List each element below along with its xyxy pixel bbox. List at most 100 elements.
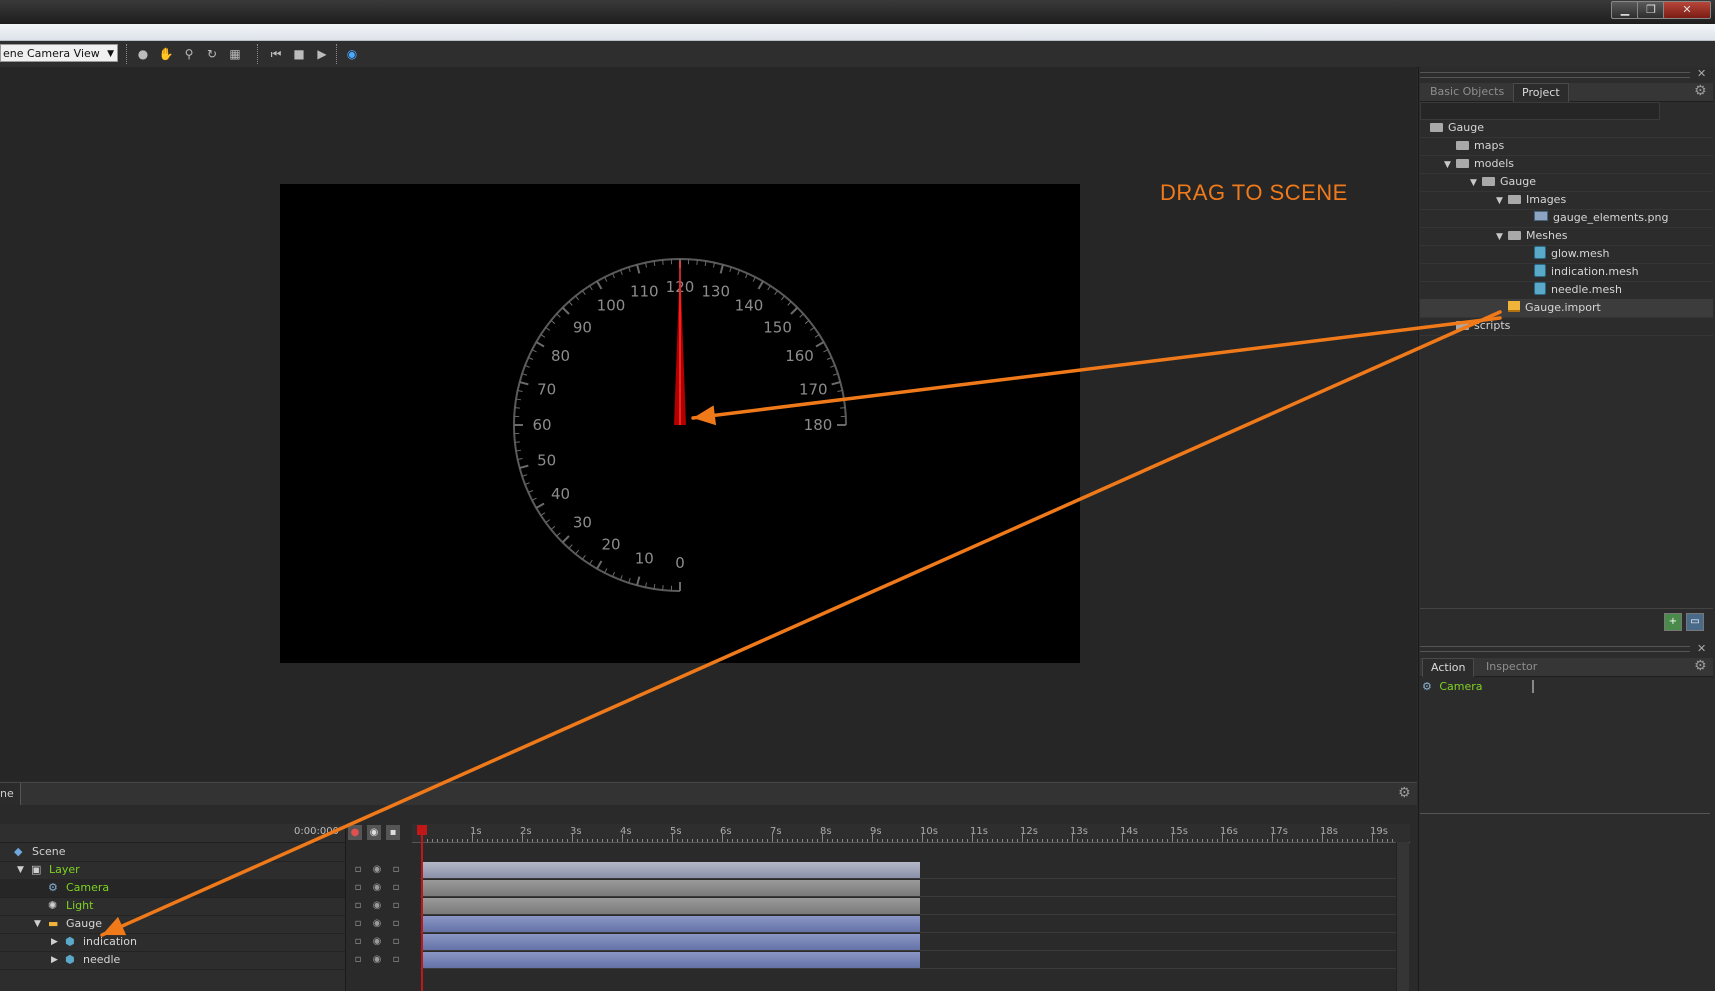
lock-small-icon[interactable]: ▫ bbox=[351, 933, 365, 951]
timeline-clip[interactable] bbox=[422, 934, 920, 950]
solo-icon[interactable]: ▫ bbox=[389, 951, 403, 969]
tree-item[interactable]: ▼ Images bbox=[1420, 191, 1713, 210]
timeline-row[interactable]: ▼ ▬ Gauge ▫ ◉ ▫ bbox=[0, 915, 399, 934]
zoom-icon[interactable]: ⚲ bbox=[181, 46, 197, 62]
gauge-tick bbox=[780, 295, 785, 301]
timeline-row[interactable]: ▼ ▣ Layer ▫ ◉ ▫ bbox=[0, 861, 399, 880]
eye-icon[interactable]: ◉ bbox=[370, 861, 384, 879]
expand-toggle-icon[interactable]: ▼ bbox=[34, 915, 41, 933]
eye-icon[interactable]: ◉ bbox=[370, 915, 384, 933]
timeline-row[interactable]: ▶ ⬢ needle ▫ ◉ ▫ bbox=[0, 951, 399, 970]
new-item-icon[interactable]: ▭ bbox=[1686, 613, 1704, 631]
tab-inspector[interactable]: Inspector bbox=[1478, 658, 1545, 676]
timeline-clip[interactable] bbox=[422, 916, 920, 932]
project-filter-field[interactable] bbox=[1420, 102, 1660, 120]
tab-action[interactable]: Action bbox=[1422, 658, 1475, 677]
skip-start-icon[interactable]: ⏮ bbox=[268, 46, 284, 62]
timeline-row[interactable]: ✺ Light ▫ ◉ ▫ bbox=[0, 897, 399, 916]
timeline-clip[interactable] bbox=[422, 952, 920, 968]
solo-icon[interactable]: ▫ bbox=[389, 933, 403, 951]
tree-item[interactable]: gauge_elements.png bbox=[1420, 209, 1713, 228]
playhead-handle[interactable] bbox=[417, 825, 427, 835]
tree-item[interactable]: ▼ Gauge bbox=[1420, 173, 1713, 192]
render-canvas[interactable]: 0 10 20 30 40 50 60 70 80 90 100 110 120 130 140 150 160… bbox=[280, 184, 1080, 663]
record-icon[interactable]: ● bbox=[348, 825, 362, 840]
solo-icon[interactable]: ▫ bbox=[389, 879, 403, 897]
tab-basic-objects[interactable]: Basic Objects bbox=[1422, 83, 1512, 101]
action-item[interactable]: ⚙ Camera bbox=[1422, 679, 1483, 695]
expand-toggle-icon[interactable]: ▶ bbox=[51, 951, 58, 969]
timeline-clip[interactable] bbox=[422, 880, 920, 896]
restore-button[interactable]: ❐ bbox=[1637, 1, 1665, 19]
gear-icon[interactable]: ⚙ bbox=[1398, 785, 1411, 801]
expand-toggle-icon[interactable]: ▼ bbox=[1444, 156, 1456, 174]
hand-icon[interactable]: ✋ bbox=[158, 46, 174, 62]
panel-grip[interactable] bbox=[1420, 646, 1690, 652]
eye-icon[interactable]: ◉ bbox=[367, 825, 381, 840]
eye-icon[interactable]: ◉ bbox=[370, 879, 384, 897]
timeline-row[interactable]: ◆ Scene bbox=[0, 843, 345, 862]
close-icon[interactable]: ✕ bbox=[1697, 67, 1706, 80]
tree-item-label: Meshes bbox=[1526, 229, 1568, 242]
expand-toggle-icon[interactable]: ▼ bbox=[1496, 228, 1508, 246]
timeline-clip[interactable] bbox=[422, 898, 920, 914]
slider-handle[interactable] bbox=[1532, 680, 1534, 693]
vr-icon[interactable]: ◉ bbox=[344, 46, 360, 62]
gear-icon[interactable]: ⚙ bbox=[1694, 658, 1707, 674]
tree-item[interactable]: Gauge bbox=[1420, 119, 1713, 138]
timeline-row[interactable]: ▶ ⬢ indication ▫ ◉ ▫ bbox=[0, 933, 399, 952]
tree-item[interactable]: Gauge.import bbox=[1420, 299, 1713, 318]
playhead[interactable] bbox=[421, 826, 423, 991]
lock-small-icon[interactable]: ▫ bbox=[351, 879, 365, 897]
lock-small-icon[interactable]: ▫ bbox=[351, 861, 365, 879]
expand-toggle-icon[interactable]: ▼ bbox=[1470, 174, 1482, 192]
tree-item[interactable]: ▼ Meshes bbox=[1420, 227, 1713, 246]
new-folder-icon[interactable]: + bbox=[1664, 613, 1682, 631]
close-icon[interactable]: ✕ bbox=[1697, 642, 1706, 655]
timeline-tab[interactable]: ne bbox=[0, 783, 21, 805]
tree-item[interactable]: glow.mesh bbox=[1420, 245, 1713, 264]
rotate-icon[interactable]: ↻ bbox=[204, 46, 220, 62]
tree-item[interactable]: needle.mesh bbox=[1420, 281, 1713, 300]
solo-icon[interactable]: ▫ bbox=[389, 897, 403, 915]
lock-small-icon[interactable]: ▫ bbox=[351, 951, 365, 969]
solo-icon[interactable]: ▫ bbox=[389, 861, 403, 879]
tree-item[interactable]: maps bbox=[1420, 137, 1713, 156]
eye-icon[interactable]: ◉ bbox=[370, 951, 384, 969]
tree-item[interactable]: indication.mesh bbox=[1420, 263, 1713, 282]
tab-project[interactable]: Project bbox=[1513, 83, 1569, 102]
timeline-scrollbar[interactable] bbox=[1396, 842, 1409, 991]
lock-icon[interactable]: ▪ bbox=[386, 825, 400, 840]
play-icon[interactable]: ▶ bbox=[314, 46, 330, 62]
minimize-button[interactable]: ▁ bbox=[1611, 1, 1639, 19]
time-ruler[interactable]: 1s 2s 3s 4s 5s 6s 7s 8s 9s 10s 11s 12s 13s 14s 15s 16s 1… bbox=[412, 824, 1410, 843]
solo-icon[interactable]: ▫ bbox=[389, 915, 403, 933]
lock-small-icon[interactable]: ▫ bbox=[351, 897, 365, 915]
view-select[interactable]: ene Camera View ▼ bbox=[0, 44, 118, 62]
lock-small-icon[interactable]: ▫ bbox=[351, 915, 365, 933]
tree-item[interactable]: ▼ models bbox=[1420, 155, 1713, 174]
stop-icon[interactable]: ■ bbox=[291, 46, 307, 62]
ruler-tick bbox=[937, 839, 938, 842]
eye-icon[interactable]: ◉ bbox=[370, 933, 384, 951]
tree-item[interactable]: scripts bbox=[1420, 317, 1713, 336]
expand-toggle-icon[interactable]: ▶ bbox=[51, 933, 58, 951]
eye-icon[interactable]: ◉ bbox=[370, 897, 384, 915]
expand-toggle-icon[interactable]: ▼ bbox=[1496, 192, 1508, 210]
import-icon bbox=[1508, 301, 1520, 312]
ruler-tick bbox=[562, 839, 563, 842]
timeline-row[interactable]: ⚙ Camera ▫ ◉ ▫ bbox=[0, 879, 399, 898]
grid-icon[interactable]: ▦ bbox=[227, 46, 243, 62]
gauge-tick bbox=[757, 280, 764, 290]
ruler-tick bbox=[842, 839, 843, 842]
ruler-tick bbox=[892, 839, 893, 842]
expand-toggle-icon[interactable]: ▼ bbox=[17, 861, 24, 879]
timeline-header: ne ⚙ bbox=[0, 782, 1417, 806]
timeline-clip[interactable] bbox=[422, 862, 920, 878]
gauge-tick bbox=[636, 264, 641, 274]
select-icon[interactable]: ● bbox=[135, 46, 151, 62]
gauge-tick bbox=[519, 381, 529, 386]
close-button[interactable]: ✕ bbox=[1663, 1, 1711, 19]
panel-grip[interactable] bbox=[1420, 72, 1690, 78]
gear-icon[interactable]: ⚙ bbox=[1694, 83, 1707, 99]
